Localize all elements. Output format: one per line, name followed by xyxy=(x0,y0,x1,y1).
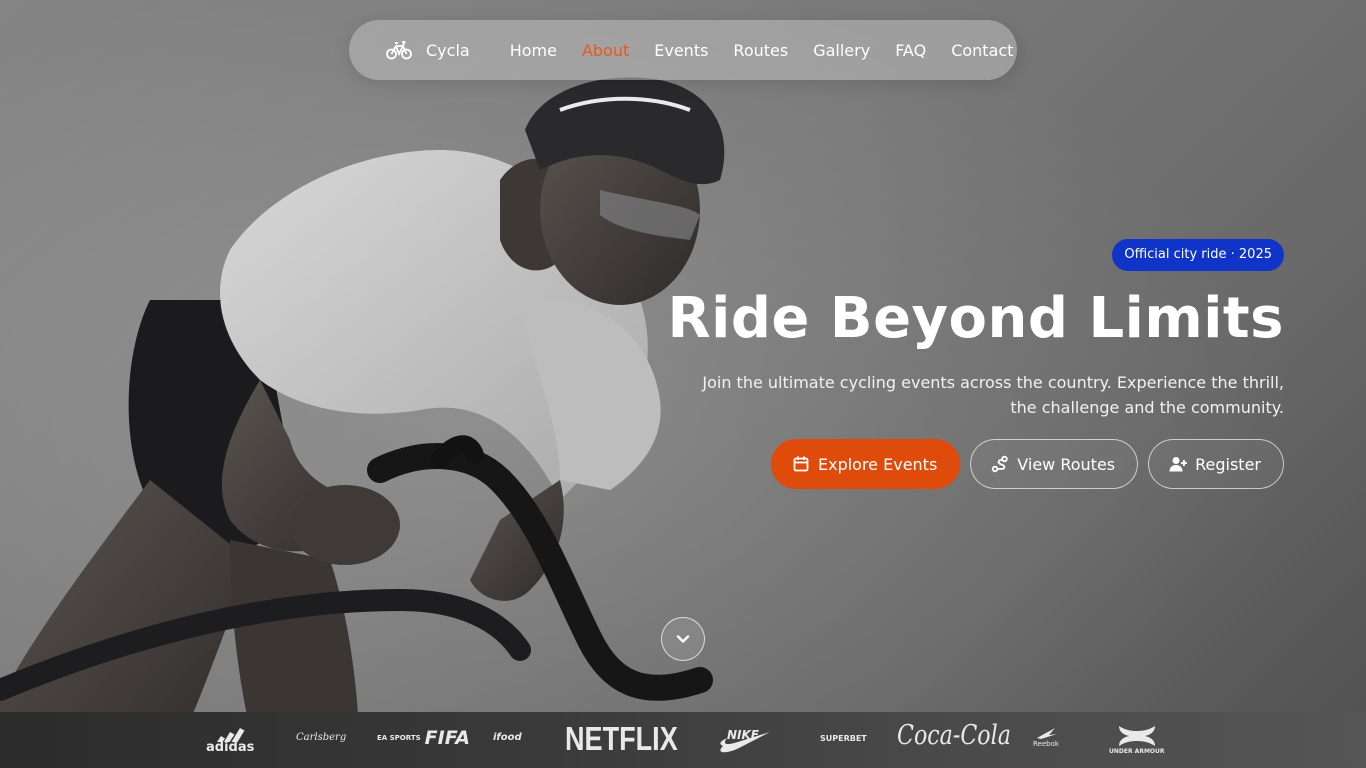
nike-wordmark: NIKE xyxy=(727,728,760,742)
view-routes-button[interactable]: View Routes xyxy=(970,439,1139,489)
nav-link-gallery[interactable]: Gallery xyxy=(813,41,870,60)
brand-logo[interactable]: Cycla xyxy=(386,39,470,61)
sponsor-netflix: NETFLIX xyxy=(565,720,678,757)
reebok-vector-icon xyxy=(1036,728,1057,739)
reebok-wordmark: Reebok xyxy=(1033,740,1059,748)
nav-link-contact[interactable]: Contact xyxy=(951,41,1013,60)
brand-name: Cycla xyxy=(426,40,470,60)
explore-events-button[interactable]: Explore Events xyxy=(770,439,961,489)
register-label: Register xyxy=(1195,454,1261,474)
scroll-down-button[interactable] xyxy=(661,617,705,661)
sponsor-strip: adidas Carlsberg EA SPORTS FIFA ifood NE… xyxy=(0,712,1366,768)
sponsor-adidas: adidas xyxy=(206,726,254,755)
under-armour-icon xyxy=(1118,726,1155,746)
hero-actions: Explore Events View Routes Register xyxy=(770,439,1284,489)
adidas-wordmark: adidas xyxy=(206,740,255,755)
nav-link-about[interactable]: About xyxy=(582,41,629,60)
sponsor-carlsberg: Carlsberg xyxy=(296,732,347,743)
view-routes-label: View Routes xyxy=(1017,454,1116,474)
main-nav: Cycla Home About Events Routes Gallery F… xyxy=(349,20,1017,80)
hero-title: Ride Beyond Limits xyxy=(667,286,1284,351)
user-plus-icon xyxy=(1169,457,1188,472)
sponsor-superbet: SUPERBET xyxy=(820,734,867,743)
nav-links: Home About Events Routes Gallery FAQ Con… xyxy=(510,41,1014,60)
explore-events-label: Explore Events xyxy=(817,454,938,474)
sponsor-ifood: ifood xyxy=(493,732,522,743)
event-badge: Official city ride · 2025 xyxy=(1112,239,1284,271)
route-icon xyxy=(992,455,1008,473)
nav-link-home[interactable]: Home xyxy=(510,41,557,60)
sponsor-reebok: Reebok xyxy=(1033,726,1059,748)
under-armour-wordmark: UNDER ARMOUR xyxy=(1109,748,1165,755)
bicycle-icon xyxy=(386,41,412,60)
nike-swoosh-icon: NIKE xyxy=(720,728,770,753)
sponsor-fifa: EA SPORTS FIFA xyxy=(377,727,470,749)
fifa-wordmark: FIFA xyxy=(424,727,470,749)
register-button[interactable]: Register xyxy=(1148,439,1284,489)
ea-sports-wordmark: EA SPORTS xyxy=(377,734,421,742)
sponsor-nike: NIKE xyxy=(717,724,771,758)
calendar-icon xyxy=(793,456,809,472)
nav-link-faq[interactable]: FAQ xyxy=(895,41,926,60)
hero-subtitle: Join the ultimate cycling events across … xyxy=(702,373,1284,417)
sponsor-cocacola: Coca-Cola xyxy=(897,720,1011,751)
nav-link-routes[interactable]: Routes xyxy=(733,41,788,60)
nav-link-events[interactable]: Events xyxy=(654,41,708,60)
sponsor-under-armour: UNDER ARMOUR xyxy=(1109,724,1165,755)
chevron-down-icon xyxy=(676,635,690,643)
